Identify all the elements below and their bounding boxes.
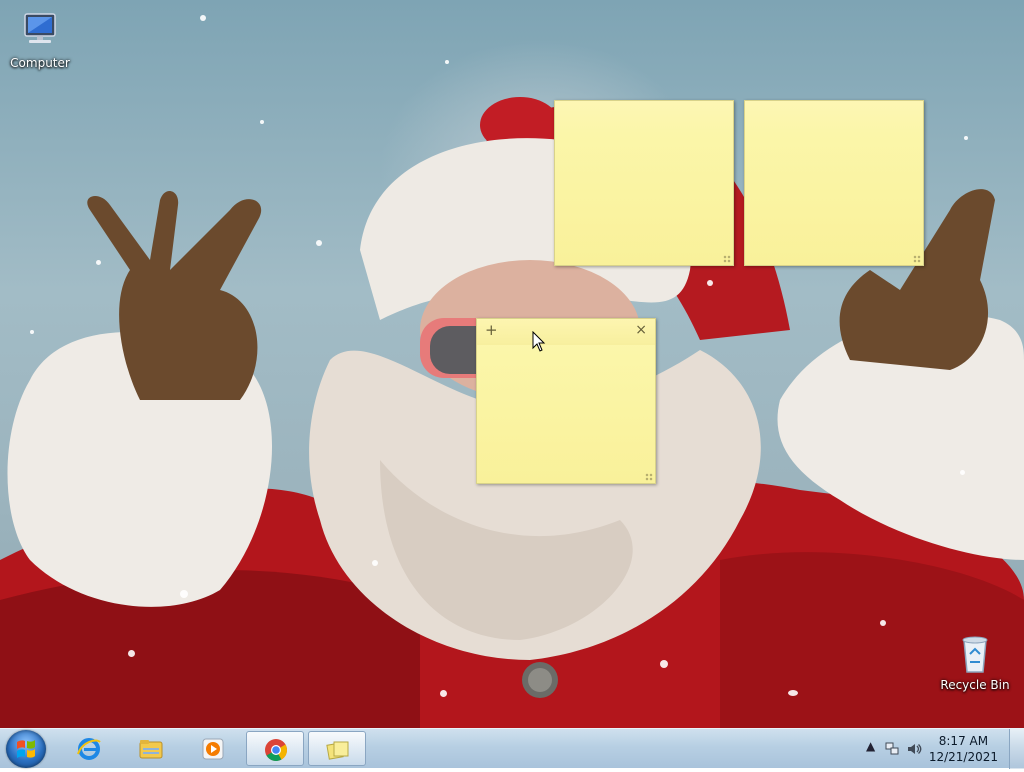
internet-explorer-icon: [77, 738, 101, 760]
computer-icon: [24, 13, 56, 43]
sticky-note-titlebar[interactable]: + ×: [477, 319, 655, 345]
file-explorer-icon: [139, 740, 163, 759]
desktop-icon-recycle-bin[interactable]: Recycle Bin: [935, 630, 1015, 692]
snowflake: [372, 560, 378, 566]
snowflake: [30, 330, 34, 334]
sticky-notes-icon: [326, 741, 349, 760]
taskbar-sticky-notes[interactable]: [308, 731, 366, 766]
close-note-button[interactable]: ×: [635, 323, 647, 338]
media-player-icon: [202, 738, 224, 760]
start-button[interactable]: [6, 730, 46, 768]
resize-grip[interactable]: [645, 473, 653, 481]
snowflake: [128, 650, 135, 657]
snowflake: [260, 120, 264, 124]
add-note-button[interactable]: +: [485, 323, 498, 338]
snowflake: [660, 660, 668, 668]
desktop-icon-label: Recycle Bin: [940, 678, 1010, 692]
clock-time: 8:17 AM: [938, 734, 989, 748]
chrome-icon: [265, 739, 287, 761]
taskbar-internet-explorer[interactable]: [60, 731, 118, 766]
clock-date: 12/21/2021: [928, 750, 998, 764]
system-tray: ▲ 8:17 AM 12/21/2021: [864, 729, 1024, 769]
snowflake: [788, 690, 798, 696]
sticky-note[interactable]: [554, 100, 734, 266]
taskbar-media-player[interactable]: [184, 731, 242, 766]
snowflake: [445, 60, 449, 64]
volume-icon[interactable]: [906, 741, 922, 757]
show-desktop-button[interactable]: [1009, 729, 1024, 769]
snowflake: [707, 280, 713, 286]
windows-start-icon: [17, 740, 35, 758]
snowflake: [96, 260, 101, 265]
taskbar: ▲ 8:17 AM 12/21/2021: [0, 728, 1024, 769]
taskbar-clock[interactable]: 8:17 AM 12/21/2021: [929, 733, 998, 765]
snowflake: [964, 136, 968, 140]
network-icon[interactable]: [884, 741, 900, 757]
snowflake: [316, 240, 322, 246]
snowflake: [960, 470, 965, 475]
snowflake: [180, 590, 188, 598]
snowflake: [440, 690, 447, 697]
taskbar-file-explorer[interactable]: [122, 731, 180, 766]
desktop-icon-computer[interactable]: Computer: [0, 8, 80, 70]
sticky-note[interactable]: [744, 100, 924, 266]
desktop-icon-label: Computer: [10, 56, 70, 70]
snowflake: [200, 15, 206, 21]
snowflake: [880, 620, 886, 626]
resize-grip[interactable]: [913, 255, 921, 263]
show-hidden-icons-button[interactable]: ▲: [866, 739, 875, 753]
resize-grip[interactable]: [723, 255, 731, 263]
sticky-note-active[interactable]: + ×: [476, 318, 656, 484]
taskbar-chrome[interactable]: [246, 731, 304, 766]
mouse-cursor-icon: [532, 331, 546, 352]
recycle-bin-icon: [962, 636, 988, 673]
